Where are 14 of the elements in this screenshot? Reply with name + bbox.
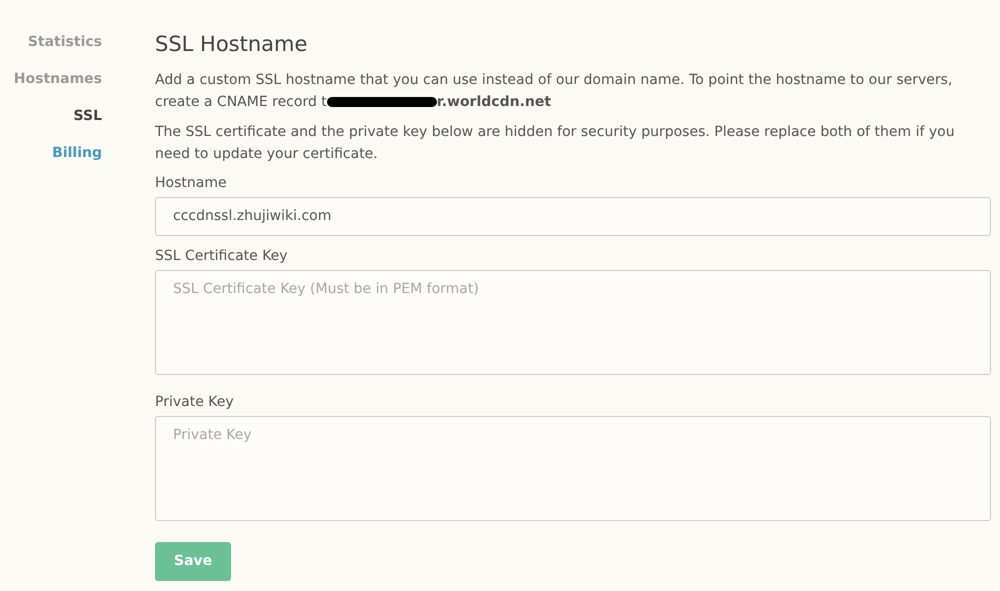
intro-text: Add a custom SSL hostname that you can use instead of our domain name. To point the hostname to our servers, create a CNAME record t r.worldcdn.net — [155, 71, 954, 112]
field-label: Private Key — [155, 393, 235, 412]
page-title: SSL Hostname — [155, 32, 308, 58]
sidebar-item[interactable]: Statistics — [0, 32, 118, 53]
save-button[interactable]: Save — [155, 542, 232, 582]
input-field[interactable]: cccdnssl.zhujiwiki.com — [155, 197, 991, 236]
text-area[interactable]: Private Key — [155, 416, 991, 522]
sidebar-item[interactable]: SSL — [0, 106, 118, 127]
text-area[interactable]: SSL Certificate Key (Must be in PEM format) — [155, 270, 991, 376]
field-label: Hostname — [155, 174, 228, 194]
field-label: SSL Certificate Key — [155, 247, 289, 266]
sidebar-item[interactable]: Billing — [0, 143, 118, 164]
notice-text: The SSL certificate and the private key below are hidden for security purposes. Please replace both of them if you need to update your certificate. — [155, 123, 956, 164]
sidebar-item[interactable]: Hostnames — [0, 69, 118, 90]
